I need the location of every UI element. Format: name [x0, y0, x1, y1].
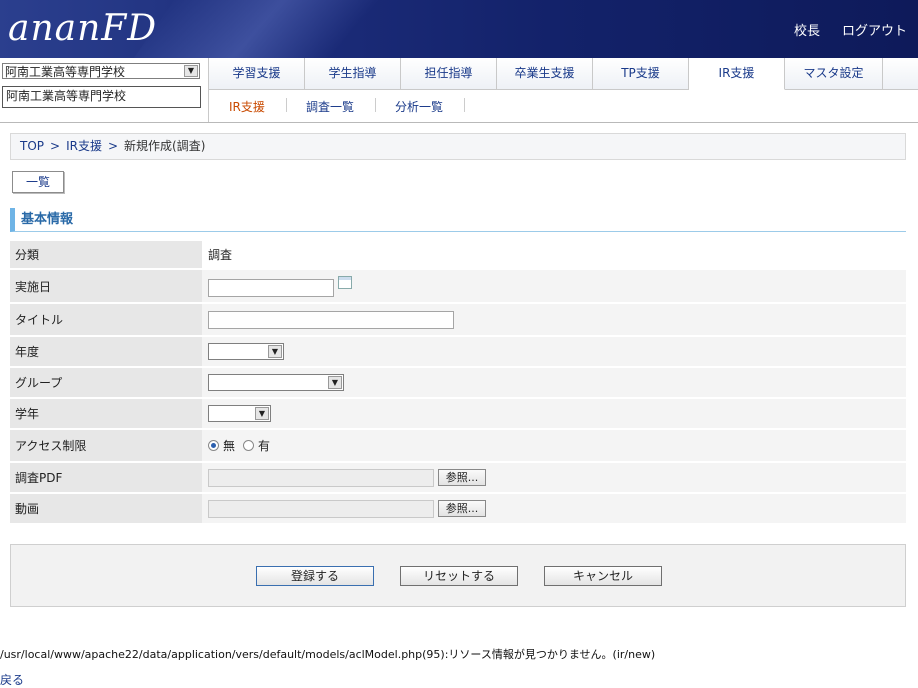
group-select[interactable]: ▼ [208, 374, 344, 391]
header-divider [0, 122, 918, 123]
form-row-title: タイトル [10, 304, 906, 335]
title-label: タイトル [10, 304, 202, 335]
video-value-cell: 参照... [202, 494, 906, 523]
main-tabs: 学習支援 学生指導 担任指導 卒業生支援 TP支援 IR支援 マスタ設定 [208, 58, 918, 90]
date-value-cell [202, 270, 906, 302]
access-yes-radio[interactable] [243, 440, 255, 451]
tab-master-settings[interactable]: マスタ設定 [785, 58, 883, 90]
form-row-access: アクセス制限 無 有 [10, 430, 906, 461]
tab-homeroom[interactable]: 担任指導 [401, 58, 497, 90]
form-row-video: 動画 参照... [10, 494, 906, 523]
group-value-cell: ▼ [202, 368, 906, 397]
grade-label: 学年 [10, 399, 202, 428]
chevron-down-icon: ▼ [268, 345, 282, 358]
back-link[interactable]: 戻る [0, 671, 24, 688]
tab-learning[interactable]: 学習支援 [208, 58, 305, 90]
form-row-year: 年度 ▼ [10, 337, 906, 366]
subnav-analysis-list[interactable]: 分析一覧 [395, 98, 443, 115]
year-label: 年度 [10, 337, 202, 366]
section-title: 基本情報 [10, 208, 906, 232]
form-row-category: 分類 調査 [10, 241, 906, 268]
form-row-date: 実施日 [10, 270, 906, 302]
chevron-down-icon: ▼ [328, 376, 342, 389]
year-select[interactable]: ▼ [208, 343, 284, 360]
tab-student-guidance[interactable]: 学生指導 [305, 58, 401, 90]
form-row-group: グループ ▼ [10, 368, 906, 397]
category-label: 分類 [10, 241, 202, 268]
breadcrumb-current: 新規作成(調査) [124, 139, 206, 153]
reset-button[interactable]: リセットする [400, 566, 518, 586]
form-row-grade: 学年 ▼ [10, 399, 906, 428]
school-select-value: 阿南工業高等専門学校 [5, 65, 126, 79]
subnav-divider [375, 98, 376, 112]
action-bar: 登録する リセットする キャンセル [10, 544, 906, 607]
app-logo: ananFD [8, 8, 158, 49]
year-value-cell: ▼ [202, 337, 906, 366]
subnav-survey-list[interactable]: 調査一覧 [306, 98, 354, 115]
video-browse-button[interactable]: 参照... [438, 500, 486, 517]
subnav-divider [286, 98, 287, 112]
title-input[interactable] [208, 310, 454, 329]
tab-tp[interactable]: TP支援 [593, 58, 689, 90]
pdf-label: 調査PDF [10, 463, 202, 492]
pdf-browse-button[interactable]: 参照... [438, 469, 486, 486]
breadcrumb-separator: > [107, 139, 119, 153]
grade-select[interactable]: ▼ [208, 405, 271, 422]
tabs-filler [883, 58, 918, 90]
calendar-icon[interactable] [338, 275, 352, 289]
group-label: グループ [10, 368, 202, 397]
register-button[interactable]: 登録する [256, 566, 374, 586]
date-label: 実施日 [10, 270, 202, 302]
breadcrumb-ir[interactable]: IR支援 [66, 139, 102, 153]
form-row-pdf: 調査PDF 参照... [10, 463, 906, 492]
category-value: 調査 [202, 241, 906, 268]
breadcrumb-separator: > [50, 139, 61, 153]
principal-link[interactable]: 校長 [794, 20, 820, 39]
access-none-radio[interactable] [208, 440, 219, 451]
list-button[interactable]: 一覧 [12, 171, 64, 193]
subnav-ir[interactable]: IR支援 [229, 98, 265, 115]
grade-value-cell: ▼ [202, 399, 906, 428]
breadcrumb-top[interactable]: TOP [20, 139, 44, 153]
header-swoosh [118, 0, 442, 58]
access-value-cell: 無 有 [202, 430, 906, 461]
sub-navigation: IR支援 調査一覧 分析一覧 [208, 90, 918, 122]
logout-link[interactable]: ログアウト [842, 20, 907, 39]
breadcrumb: TOP > IR支援 > 新規作成(調査) [10, 133, 906, 160]
app-header: ananFD 校長 ログアウト [0, 0, 918, 58]
access-label: アクセス制限 [10, 430, 202, 461]
pdf-file-field[interactable] [208, 468, 434, 487]
school-select[interactable]: 阿南工業高等専門学校 ▼ [2, 63, 200, 79]
access-yes-label: 有 [258, 439, 271, 453]
chevron-down-icon: ▼ [184, 65, 198, 77]
error-message: /usr/local/www/apache22/data/application… [0, 648, 656, 661]
subnav-divider [464, 98, 465, 112]
pdf-value-cell: 参照... [202, 463, 906, 492]
access-none-label: 無 [223, 439, 236, 453]
tab-alumni[interactable]: 卒業生支援 [497, 58, 593, 90]
school-name-field: 阿南工業高等専門学校 [2, 86, 201, 108]
title-value-cell [202, 304, 906, 335]
video-file-field[interactable] [208, 499, 434, 518]
video-label: 動画 [10, 494, 202, 523]
cancel-button[interactable]: キャンセル [544, 566, 662, 586]
chevron-down-icon: ▼ [255, 407, 269, 420]
tab-ir[interactable]: IR支援 [689, 58, 785, 90]
date-input[interactable] [208, 279, 334, 297]
